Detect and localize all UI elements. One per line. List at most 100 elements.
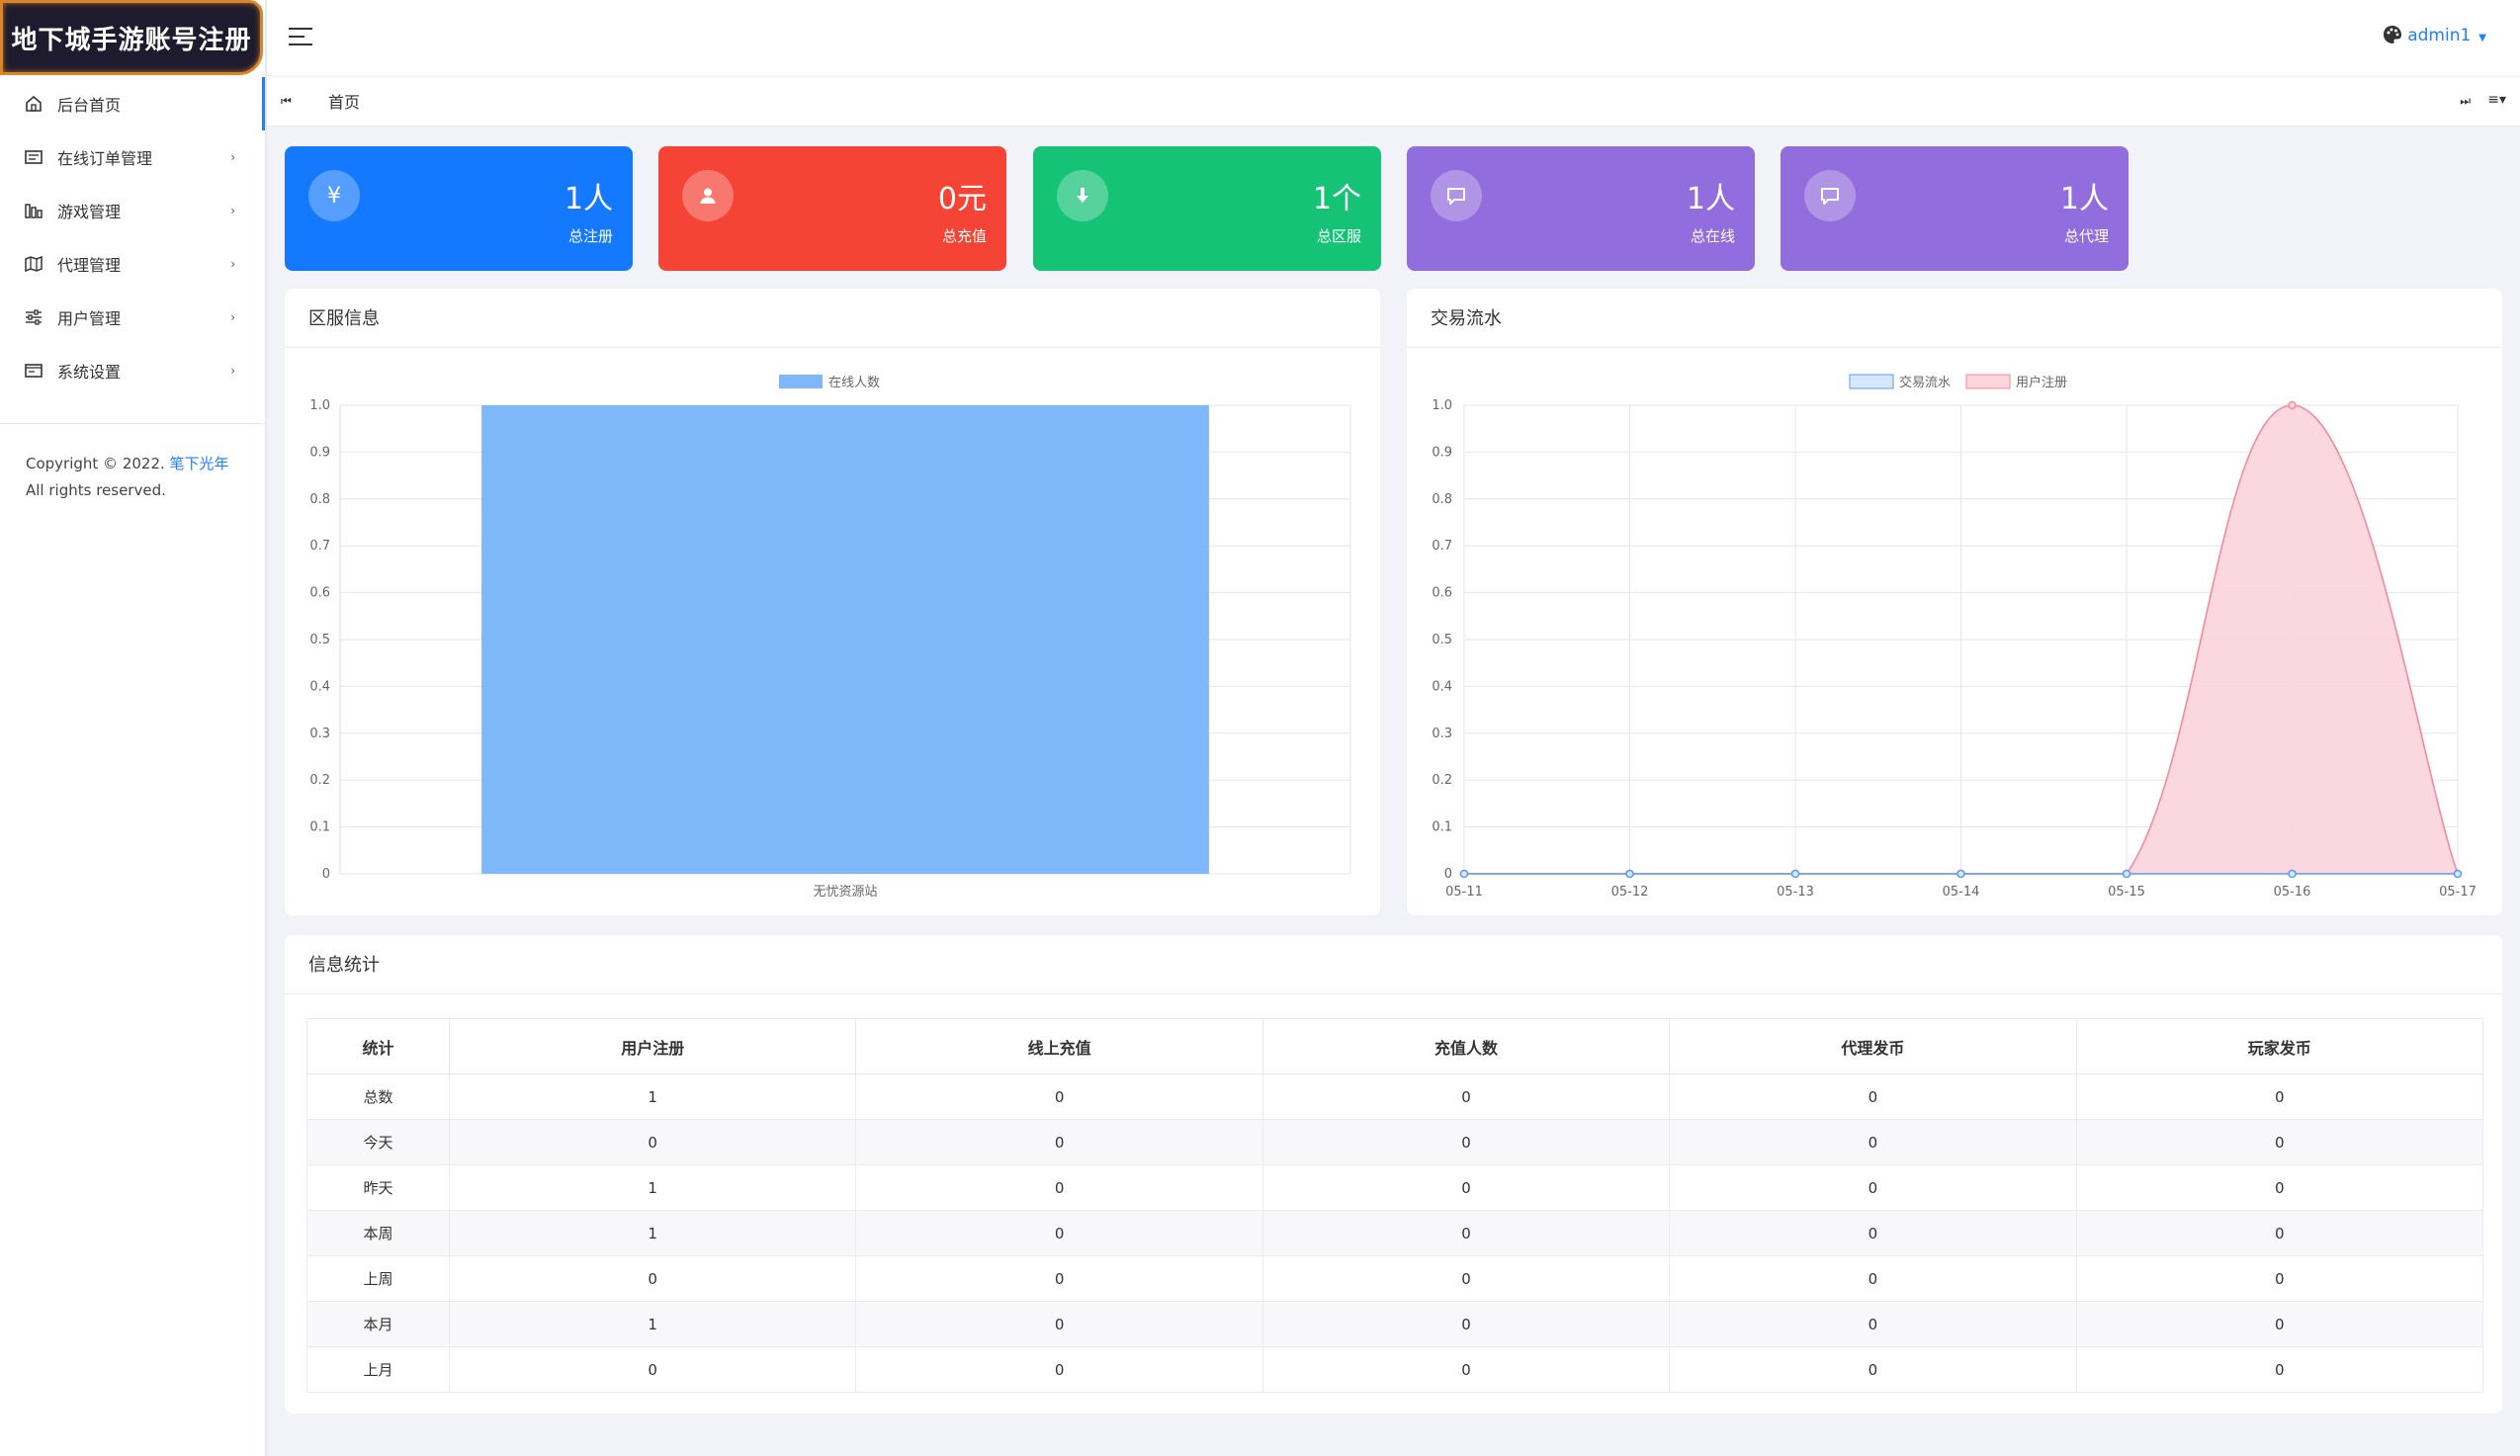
y-tick-label: 0.1 bbox=[1432, 820, 1452, 835]
y-tick-label: 1.0 bbox=[1432, 398, 1452, 413]
table-cell: 0 bbox=[448, 1119, 857, 1165]
y-tick-label: 0.4 bbox=[309, 679, 330, 694]
order-icon bbox=[24, 149, 43, 165]
skip-forward-icon[interactable]: ⏭ bbox=[2460, 94, 2471, 109]
table-cell: 0 bbox=[1669, 1301, 2077, 1347]
table-cell: 0 bbox=[1261, 1301, 1671, 1347]
panel-title: 区服信息 bbox=[285, 289, 1380, 348]
legend-swatch bbox=[779, 375, 823, 388]
table-cell: 0 bbox=[1669, 1073, 2077, 1120]
table-cell: 总数 bbox=[306, 1073, 450, 1120]
y-tick-label: 0 bbox=[1444, 867, 1452, 882]
table-cell: 0 bbox=[1669, 1346, 2077, 1393]
stats-panel: 信息统计 统计 用户注册 线上充值 充值人数 代理发币 玩家发币 总数 1 0 0 0 0… bbox=[285, 935, 2502, 1413]
sidebar-item-orders[interactable]: 在线订单管理 › bbox=[0, 130, 265, 184]
message-icon bbox=[1431, 170, 1482, 221]
y-tick-label: 0.7 bbox=[1432, 539, 1452, 554]
table-row: 今天 0 0 0 0 0 bbox=[306, 1119, 2484, 1165]
data-point bbox=[1790, 869, 1800, 879]
x-tick-label: 05-14 bbox=[1943, 885, 1980, 899]
sidebar-item-agents[interactable]: 代理管理 › bbox=[0, 237, 265, 291]
data-point bbox=[1625, 869, 1634, 879]
table-cell: 0 bbox=[855, 1346, 1263, 1393]
server-info-panel: 区服信息 1.0 0.9 0.8 0.7 0.6 0.5 0.4 0.3 0.2 0.1 0 无忧资源… bbox=[285, 289, 1380, 915]
user-icon bbox=[682, 170, 734, 221]
y-tick-label: 1.0 bbox=[309, 398, 330, 413]
column-header: 用户注册 bbox=[448, 1018, 857, 1074]
stat-value: 1人 bbox=[1686, 182, 1735, 216]
stat-label: 总注册 bbox=[567, 227, 613, 245]
sidebar-item-dashboard[interactable]: 后台首页 bbox=[0, 77, 265, 130]
sidebar-item-users[interactable]: 用户管理 › bbox=[0, 291, 265, 344]
palette-icon[interactable] bbox=[2382, 24, 2403, 45]
column-header: 统计 bbox=[306, 1018, 450, 1074]
sidebar-item-label: 游戏管理 bbox=[57, 203, 122, 221]
stat-label: 总区服 bbox=[1316, 227, 1361, 245]
legend-label: 交易流水 bbox=[1899, 375, 1951, 390]
sidebar-item-label: 代理管理 bbox=[57, 256, 122, 275]
copyright-link[interactable]: 笔下光年 bbox=[170, 455, 229, 472]
table-cell: 0 bbox=[2075, 1301, 2484, 1347]
sidebar-item-games[interactable]: 游戏管理 › bbox=[0, 184, 265, 237]
table-cell: 0 bbox=[448, 1255, 857, 1302]
app-logo[interactable]: 地下城手游账号注册 bbox=[0, 0, 263, 75]
stat-value: 1个 bbox=[1312, 182, 1361, 216]
chevron-right-icon: › bbox=[230, 364, 235, 378]
table-cell: 0 bbox=[855, 1164, 1263, 1211]
table-row: 上周 0 0 0 0 0 bbox=[306, 1255, 2484, 1302]
sidebar-item-label: 在线订单管理 bbox=[57, 149, 153, 168]
table-cell: 今天 bbox=[306, 1119, 450, 1165]
x-tick-label: 无忧资源站 bbox=[813, 885, 877, 899]
sidebar-divider bbox=[0, 423, 265, 424]
panel-title: 交易流水 bbox=[1407, 289, 2502, 348]
stat-label: 总代理 bbox=[2063, 227, 2109, 245]
table-cell: 1 bbox=[448, 1164, 857, 1211]
yen-icon: ¥ bbox=[308, 170, 360, 221]
table-cell: 0 bbox=[1261, 1255, 1671, 1302]
caret-down-icon: ▼ bbox=[2478, 33, 2486, 43]
legend-swatch bbox=[1965, 374, 2011, 389]
table-row: 昨天 1 0 0 0 0 bbox=[306, 1164, 2484, 1211]
x-tick-label: 05-12 bbox=[1611, 885, 1649, 899]
sidebar: 地下城手游账号注册 后台首页 在线订单管理 › 游戏管理 › 代理管理 › 用户… bbox=[0, 0, 267, 1456]
table-cell: 0 bbox=[855, 1073, 1263, 1120]
x-tick-label: 05-13 bbox=[1777, 885, 1814, 899]
table-cell: 上月 bbox=[306, 1346, 450, 1393]
home-icon bbox=[24, 96, 43, 112]
data-point bbox=[1459, 869, 1469, 879]
tab-home[interactable]: 首页 bbox=[314, 77, 374, 127]
y-tick-label: 0.3 bbox=[1432, 727, 1452, 741]
skip-back-icon[interactable]: ⏮ bbox=[281, 94, 292, 109]
transactions-panel: 交易流水 1.0 0.9 0.8 0.7 0.6 0.5 0.4 0.3 0.2 0.1 0 05-1… bbox=[1407, 289, 2502, 915]
legend-swatch bbox=[1849, 374, 1894, 389]
y-tick-label: 0.4 bbox=[1432, 679, 1452, 694]
hamburger-icon[interactable] bbox=[289, 28, 312, 47]
y-tick-label: 0.8 bbox=[1432, 492, 1452, 507]
data-point bbox=[2453, 869, 2463, 879]
list-menu-icon[interactable]: ≡▾ bbox=[2487, 92, 2506, 108]
sidebar-item-settings[interactable]: 系统设置 › bbox=[0, 344, 265, 397]
stat-value: 0元 bbox=[937, 182, 987, 216]
y-tick-label: 0.9 bbox=[309, 445, 330, 460]
panel-title: 信息统计 bbox=[285, 935, 2502, 994]
table-cell: 0 bbox=[1669, 1255, 2077, 1302]
column-header: 代理发币 bbox=[1669, 1018, 2077, 1074]
stat-card-online: 1人 总在线 bbox=[1407, 146, 1755, 271]
table-cell: 1 bbox=[448, 1210, 857, 1256]
user-menu[interactable]: admin1 ▼ bbox=[2407, 26, 2486, 45]
game-icon bbox=[24, 203, 43, 218]
copyright: Copyright © 2022. 笔下光年 All rights reserv… bbox=[26, 451, 263, 504]
stat-value: 1人 bbox=[564, 182, 613, 216]
table-row: 总数 1 0 0 0 0 bbox=[306, 1073, 2484, 1120]
table-row: 本周 1 0 0 0 0 bbox=[306, 1210, 2484, 1256]
table-cell: 0 bbox=[2075, 1346, 2484, 1393]
stat-card-servers: 1个 总区服 bbox=[1033, 146, 1381, 271]
y-tick-label: 0.6 bbox=[309, 586, 330, 601]
table-cell: 0 bbox=[2075, 1073, 2484, 1120]
table-cell: 0 bbox=[2075, 1255, 2484, 1302]
stat-card-registrations: ¥ 1人 总注册 bbox=[285, 146, 633, 271]
stat-value: 1人 bbox=[2059, 182, 2109, 216]
table-cell: 0 bbox=[1669, 1119, 2077, 1165]
x-tick-label: 05-11 bbox=[1445, 885, 1483, 899]
y-tick-label: 0.9 bbox=[1432, 445, 1452, 460]
